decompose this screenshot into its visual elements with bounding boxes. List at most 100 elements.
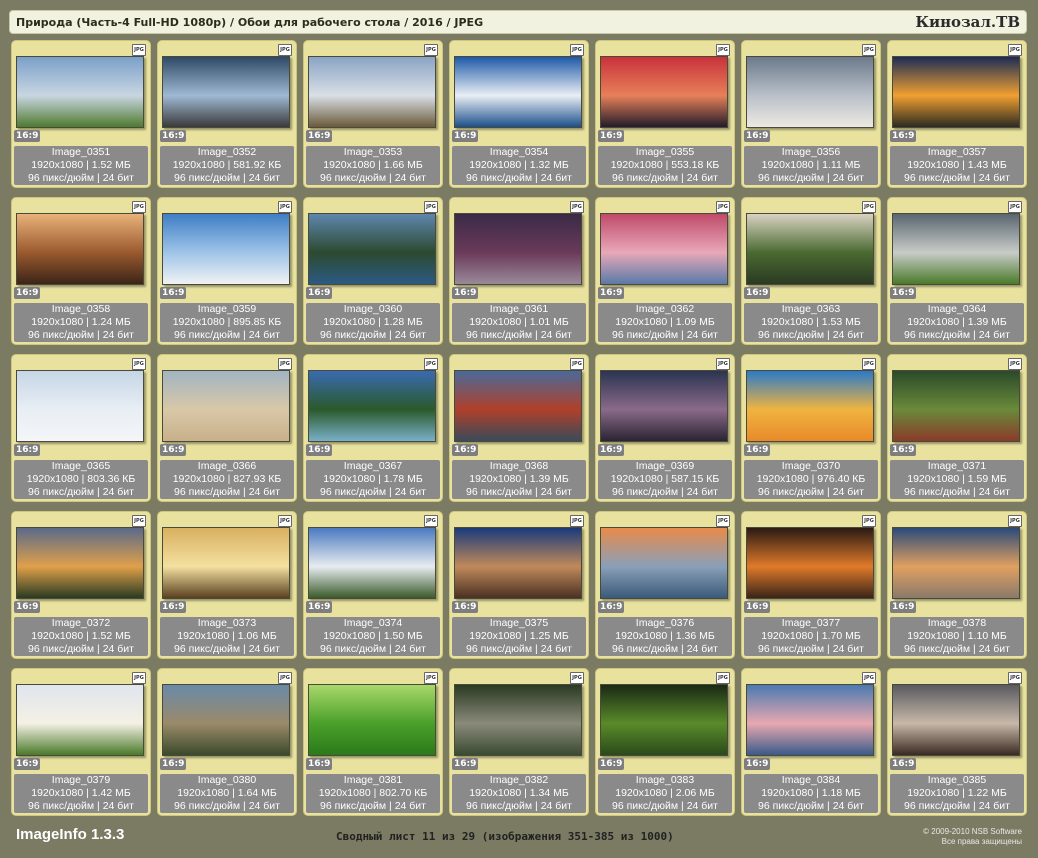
thumbnail-card[interactable]: JPG 16:9 Image_0354 1920x1080 | 1.32 МБ 96 п… [449, 40, 589, 188]
aspect-ratio-badge: 16:9 [306, 444, 333, 456]
thumbnail-card[interactable]: JPG 16:9 Image_0383 1920x1080 | 2.06 МБ 96 п… [595, 668, 735, 816]
thumbnail-image[interactable] [308, 370, 436, 442]
thumbnail-image[interactable] [454, 213, 582, 285]
thumbnail-image[interactable] [746, 684, 874, 756]
thumbnail-card[interactable]: JPG 16:9 Image_0351 1920x1080 | 1.52 МБ 96 п… [11, 40, 151, 188]
aspect-ratio-badge: 16:9 [14, 758, 41, 770]
thumbnail-image[interactable] [892, 56, 1020, 128]
thumbnail-image[interactable] [454, 56, 582, 128]
thumbnail-image[interactable] [892, 213, 1020, 285]
thumbnail-image[interactable] [162, 370, 290, 442]
thumbnail-image[interactable] [454, 527, 582, 599]
image-info-panel: Image_0352 1920x1080 | 581.92 КБ 96 пикс/д… [160, 146, 294, 185]
image-dimensions: 1920x1080 | 1.66 МБ [323, 159, 423, 171]
image-name: Image_0369 [635, 460, 695, 472]
thumbnail-card[interactable]: JPG 16:9 Image_0380 1920x1080 | 1.64 МБ 96 п… [157, 668, 297, 816]
thumbnail-image[interactable] [892, 684, 1020, 756]
image-info-panel: Image_0355 1920x1080 | 553.18 КБ 96 пикс/д… [598, 146, 732, 185]
image-name: Image_0356 [781, 146, 841, 158]
thumbnail-image[interactable] [454, 370, 582, 442]
thumbnail-card[interactable]: JPG 16:9 Image_0355 1920x1080 | 553.18 КБ 96… [595, 40, 735, 188]
image-meta: 96 пикс/дюйм | 24 бит [904, 800, 1010, 812]
thumbnail-card[interactable]: JPG 16:9 Image_0381 1920x1080 | 802.70 КБ 96… [303, 668, 443, 816]
thumbnail-image[interactable] [892, 527, 1020, 599]
jpg-file-icon: JPG [862, 44, 876, 56]
thumbnail-image[interactable] [308, 56, 436, 128]
site-logo[interactable]: Кинозал.ТВ [915, 13, 1020, 31]
thumbnail-image[interactable] [600, 684, 728, 756]
thumbnail-image[interactable] [600, 213, 728, 285]
thumbnail-image[interactable] [892, 370, 1020, 442]
thumbnail-card[interactable]: JPG 16:9 Image_0366 1920x1080 | 827.93 КБ 96… [157, 354, 297, 502]
thumbnail-card[interactable]: JPG 16:9 Image_0372 1920x1080 | 1.52 МБ 96 п… [11, 511, 151, 659]
thumbnail-card[interactable]: JPG 16:9 Image_0353 1920x1080 | 1.66 МБ 96 п… [303, 40, 443, 188]
thumbnail-image[interactable] [16, 684, 144, 756]
thumbnail-card[interactable]: JPG 16:9 Image_0379 1920x1080 | 1.42 МБ 96 п… [11, 668, 151, 816]
thumbnail-card[interactable]: JPG 16:9 Image_0352 1920x1080 | 581.92 КБ 96… [157, 40, 297, 188]
breadcrumb: Природа (Часть-4 Full-HD 1080p) / Обои д… [16, 16, 484, 29]
thumbnail-image[interactable] [162, 527, 290, 599]
thumbnail-image[interactable] [162, 56, 290, 128]
thumbnail-image[interactable] [746, 527, 874, 599]
thumbnail-image[interactable] [746, 213, 874, 285]
thumbnail-image[interactable] [746, 56, 874, 128]
thumbnail-card[interactable]: JPG 16:9 Image_0363 1920x1080 | 1.53 МБ 96 п… [741, 197, 881, 345]
aspect-ratio-badge: 16:9 [452, 601, 479, 613]
thumbnail-card[interactable]: JPG 16:9 Image_0385 1920x1080 | 1.22 МБ 96 п… [887, 668, 1027, 816]
thumbnail-card[interactable]: JPG 16:9 Image_0378 1920x1080 | 1.10 МБ 96 п… [887, 511, 1027, 659]
image-meta: 96 пикс/дюйм | 24 бит [758, 800, 864, 812]
image-dimensions: 1920x1080 | 802.70 КБ [318, 787, 428, 799]
thumbnail-image[interactable] [600, 527, 728, 599]
thumbnail-card[interactable]: JPG 16:9 Image_0370 1920x1080 | 976.40 КБ 96… [741, 354, 881, 502]
thumbnail-image[interactable] [746, 370, 874, 442]
image-meta: 96 пикс/дюйм | 24 бит [28, 486, 134, 498]
thumbnail-card[interactable]: JPG 16:9 Image_0382 1920x1080 | 1.34 МБ 96 п… [449, 668, 589, 816]
thumbnail-card[interactable]: JPG 16:9 Image_0357 1920x1080 | 1.43 МБ 96 п… [887, 40, 1027, 188]
thumbnail-card[interactable]: JPG 16:9 Image_0384 1920x1080 | 1.18 МБ 96 п… [741, 668, 881, 816]
thumbnail-card[interactable]: JPG 16:9 Image_0359 1920x1080 | 895.85 КБ 96… [157, 197, 297, 345]
thumbnail-image[interactable] [162, 684, 290, 756]
thumbnail-card[interactable]: JPG 16:9 Image_0361 1920x1080 | 1.01 МБ 96 п… [449, 197, 589, 345]
image-name: Image_0353 [343, 146, 403, 158]
thumbnail-card[interactable]: JPG 16:9 Image_0368 1920x1080 | 1.39 МБ 96 п… [449, 354, 589, 502]
thumbnail-card[interactable]: JPG 16:9 Image_0360 1920x1080 | 1.28 МБ 96 п… [303, 197, 443, 345]
image-meta: 96 пикс/дюйм | 24 бит [612, 643, 718, 655]
jpg-file-icon: JPG [716, 672, 730, 684]
aspect-ratio-badge: 16:9 [452, 130, 479, 142]
jpg-file-icon: JPG [278, 358, 292, 370]
thumbnail-image[interactable] [16, 527, 144, 599]
thumbnail-card[interactable]: JPG 16:9 Image_0376 1920x1080 | 1.36 МБ 96 п… [595, 511, 735, 659]
image-name: Image_0374 [343, 617, 403, 629]
thumbnail-card[interactable]: JPG 16:9 Image_0367 1920x1080 | 1.78 МБ 96 п… [303, 354, 443, 502]
thumbnail-card[interactable]: JPG 16:9 Image_0358 1920x1080 | 1.24 МБ 96 п… [11, 197, 151, 345]
image-dimensions: 1920x1080 | 1.25 МБ [469, 630, 569, 642]
thumbnail-image[interactable] [162, 213, 290, 285]
thumbnail-card[interactable]: JPG 16:9 Image_0356 1920x1080 | 1.11 МБ 96 п… [741, 40, 881, 188]
thumbnail-card[interactable]: JPG 16:9 Image_0373 1920x1080 | 1.06 МБ 96 п… [157, 511, 297, 659]
thumbnail-card[interactable]: JPG 16:9 Image_0377 1920x1080 | 1.70 МБ 96 п… [741, 511, 881, 659]
thumbnail-image[interactable] [16, 56, 144, 128]
thumbnail-card[interactable]: JPG 16:9 Image_0365 1920x1080 | 803.36 КБ 96… [11, 354, 151, 502]
thumbnail-image[interactable] [600, 370, 728, 442]
thumbnail-image[interactable] [308, 213, 436, 285]
image-info-panel: Image_0351 1920x1080 | 1.52 МБ 96 пикс/дюй… [14, 146, 148, 185]
thumbnail-card[interactable]: JPG 16:9 Image_0362 1920x1080 | 1.09 МБ 96 п… [595, 197, 735, 345]
image-dimensions: 1920x1080 | 2.06 МБ [615, 787, 715, 799]
thumbnail-card[interactable]: JPG 16:9 Image_0371 1920x1080 | 1.59 МБ 96 п… [887, 354, 1027, 502]
thumbnail-image[interactable] [308, 527, 436, 599]
jpg-file-icon: JPG [278, 672, 292, 684]
image-name: Image_0384 [781, 774, 841, 786]
thumbnail-image[interactable] [16, 370, 144, 442]
thumbnail-card[interactable]: JPG 16:9 Image_0375 1920x1080 | 1.25 МБ 96 п… [449, 511, 589, 659]
image-meta: 96 пикс/дюйм | 24 бит [28, 643, 134, 655]
image-name: Image_0379 [51, 774, 111, 786]
thumbnail-card[interactable]: JPG 16:9 Image_0374 1920x1080 | 1.50 МБ 96 п… [303, 511, 443, 659]
thumbnail-image[interactable] [308, 684, 436, 756]
thumbnail-card[interactable]: JPG 16:9 Image_0369 1920x1080 | 587.15 КБ 96… [595, 354, 735, 502]
thumbnail-image[interactable] [600, 56, 728, 128]
thumbnail-image[interactable] [454, 684, 582, 756]
thumbnail-card[interactable]: JPG 16:9 Image_0364 1920x1080 | 1.39 МБ 96 п… [887, 197, 1027, 345]
thumbnail-image[interactable] [16, 213, 144, 285]
jpg-file-icon: JPG [1008, 201, 1022, 213]
image-meta: 96 пикс/дюйм | 24 бит [904, 486, 1010, 498]
